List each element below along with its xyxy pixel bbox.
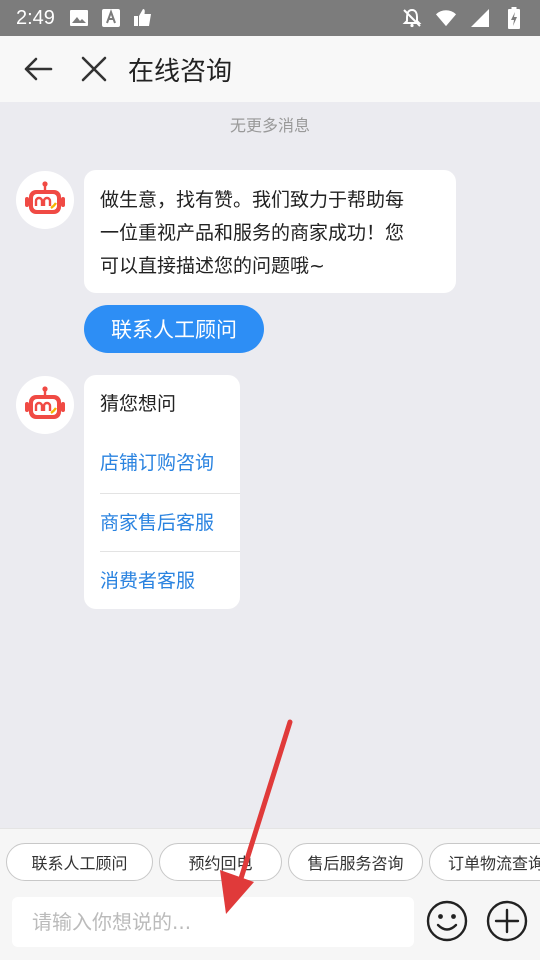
bot-avatar [16, 171, 74, 229]
annotation-arrow [220, 719, 293, 914]
welcome-text: 做生意，找有赞。我们致力于帮助每 一位重视产品和服务的商家成功！您 可以直接描述… [84, 170, 456, 297]
quick-reply-chip[interactable]: 预约回电 [159, 843, 282, 881]
welcome-line: 做生意，找有赞。我们致力于帮助每 [100, 189, 405, 211]
status-right [388, 7, 524, 29]
close-button[interactable] [68, 43, 120, 95]
contact-advisor-button[interactable]: 联系人工顾问 [84, 305, 264, 353]
guess-item-merchant-aftersales[interactable]: 商家售后客服 [100, 492, 240, 550]
notifications-off-icon [402, 8, 422, 28]
guess-title: 猜您想问 [100, 393, 177, 415]
message-input[interactable] [12, 897, 414, 947]
quick-reply-chip[interactable]: 售后服务咨询 [288, 843, 423, 881]
plus-icon [486, 900, 528, 942]
guess-item-store-order[interactable]: 店铺订购咨询 [100, 432, 240, 490]
a-badge-icon [101, 8, 121, 28]
guess-card: 猜您想问 店铺订购咨询 商家售后客服 消费者客服 [84, 375, 240, 609]
quick-reply-bar[interactable]: 联系人工顾问 预约回电 售后服务咨询 订单物流查询 [0, 843, 540, 881]
back-button[interactable] [12, 43, 64, 95]
quick-reply-chip[interactable]: 订单物流查询 [429, 843, 540, 881]
bottom-bar: 联系人工顾问 预约回电 售后服务咨询 订单物流查询 [0, 828, 540, 960]
plus-button[interactable] [485, 899, 529, 943]
no-more-messages: 无更多消息 [229, 116, 310, 135]
welcome-line: 一位重视产品和服务的商家成功！您 [100, 222, 405, 244]
quick-reply-chip[interactable]: 联系人工顾问 [6, 843, 153, 881]
battery-charging-icon [504, 7, 524, 29]
robot-icon [25, 181, 65, 214]
emoji-button[interactable] [425, 899, 469, 943]
status-bar: 2:49 [0, 0, 540, 36]
thumbs-up-icon [133, 8, 153, 28]
back-arrow-icon [24, 57, 53, 81]
nav-bar: 在线咨询 [0, 36, 540, 102]
image-icon [69, 8, 89, 28]
welcome-line: 可以直接描述您的问题哦~ [100, 255, 325, 277]
close-icon [81, 56, 107, 82]
wifi-icon [436, 8, 456, 28]
page-title: 在线咨询 [128, 56, 233, 87]
status-time: 2:49 [16, 6, 55, 29]
robot-icon [25, 386, 65, 419]
emoji-icon [426, 900, 468, 942]
guess-item-consumer-service[interactable]: 消费者客服 [100, 550, 240, 608]
signal-icon [470, 8, 490, 28]
welcome-bubble: 做生意，找有赞。我们致力于帮助每 一位重视产品和服务的商家成功！您 可以直接描述… [84, 170, 456, 293]
bot-avatar [16, 376, 74, 434]
